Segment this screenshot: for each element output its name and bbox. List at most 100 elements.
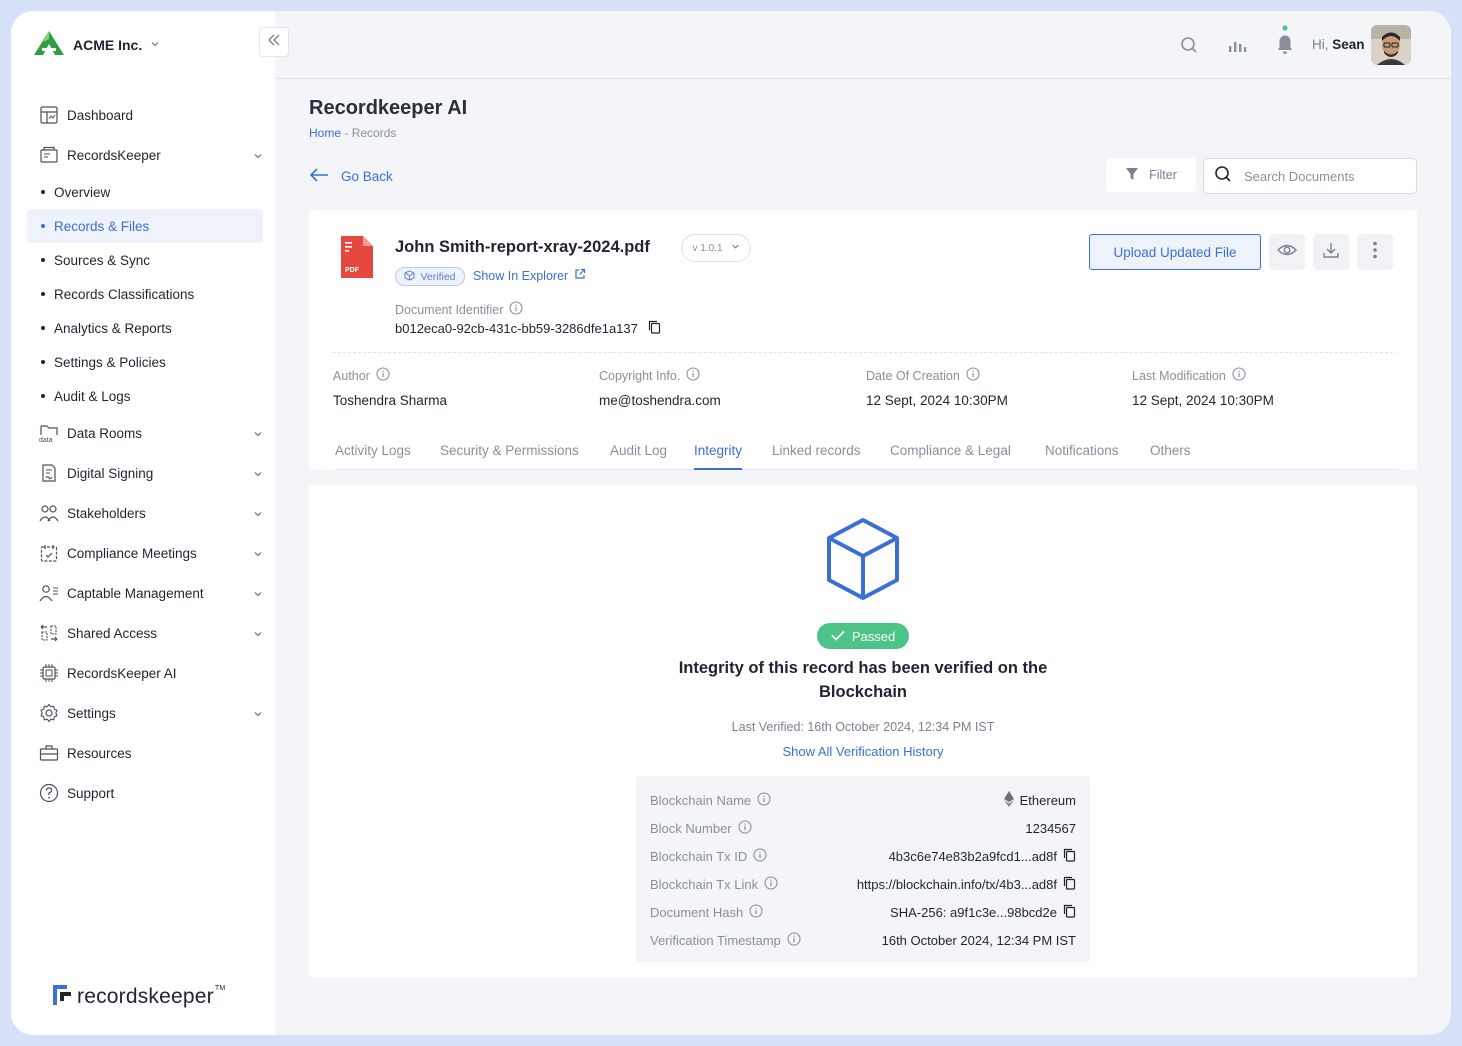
breadcrumb-home-link[interactable]: Home [309,126,341,140]
sidebar-item-captable-management[interactable]: Captable Management [27,573,263,613]
verified-label: Verified [420,270,456,283]
info-icon [753,847,767,865]
sidebar-item-digital-signing[interactable]: Digital Signing [27,453,263,493]
sidebar-subitem-analytics-and-reports[interactable]: Analytics & Reports [27,311,263,345]
topbar: Hi, Sean [275,11,1451,79]
chain-row-value: https://blockchain.info/tx/4b3...ad8f [857,876,1076,893]
tab-security-and-permissions[interactable]: Security & Permissions [440,443,579,470]
chain-row-value: 16th October 2024, 12:34 PM IST [881,932,1076,948]
chevron-down-icon [253,587,263,602]
chain-row-value: SHA-256: a9f1c3e...98bcd2e [890,904,1076,921]
sidebar-item-label: Compliance Meetings [67,545,197,561]
go-back-button[interactable]: Go Back [309,167,393,186]
tab-activity-logs[interactable]: Activity Logs [335,443,411,470]
verification-history-link: Show All Verification History [782,744,944,759]
search-icon [1214,165,1232,188]
document-identifier-label: Document Identifier [395,301,523,318]
bullet-dot [41,394,45,398]
copy-icon[interactable] [1063,848,1076,865]
brand-name: recordskeeperTM [77,984,226,1008]
chain-row-label: Document Hash [650,903,763,921]
sidebar-subitem-records-classifications[interactable]: Records Classifications [27,277,263,311]
version-label: v 1.0.1 [692,242,723,254]
copy-icon[interactable] [1063,876,1076,893]
tab-others[interactable]: Others [1150,443,1191,470]
sidebar-item-recordskeeper-ai[interactable]: RecordsKeeper AI [27,653,263,693]
sidebar-subitem-label: Records & Files [54,218,150,234]
version-selector[interactable]: v 1.0.1 [681,234,751,262]
download-button[interactable] [1313,234,1349,270]
ethereum-icon [1003,790,1014,810]
svg-text:data: data [39,437,53,443]
more-options-button[interactable] [1357,234,1393,270]
sidebar-item-compliance-meetings[interactable]: Compliance Meetings [27,533,263,573]
info-icon [787,931,801,949]
sidebar-item-shared-access[interactable]: Shared Access [27,613,263,653]
search-documents-input[interactable] [1244,168,1404,184]
sidebar-item-dashboard[interactable]: Dashboard [27,95,263,135]
search-icon[interactable] [1177,33,1201,57]
chain-row-verification-timestamp: Verification Timestamp 16th October 2024,… [650,926,1076,954]
chain-row-label: Blockchain Name [650,791,771,809]
info-icon [757,791,771,809]
sidebar-subitem-overview[interactable]: Overview [27,175,263,209]
explorer-link-label: Show In Explorer [473,268,569,283]
sidebar-item-resources[interactable]: Resources [27,733,263,773]
tab-linked-records[interactable]: Linked records [772,443,861,470]
analytics-icon[interactable] [1225,33,1249,57]
sidebar-subitem-sources-and-sync[interactable]: Sources & Sync [27,243,263,277]
preview-button[interactable] [1269,234,1305,270]
meta-date-of-creation: Date Of Creation 12 Sept, 2024 10:30PM [866,367,1008,408]
info-icon [749,903,763,921]
sidebar-item-label: Stakeholders [67,505,146,521]
copy-icon[interactable] [1063,904,1076,921]
tab-audit-log[interactable]: Audit Log [610,443,667,470]
help-icon [39,783,59,803]
breadcrumb-current: Records [351,126,397,140]
sidebar-item-recordskeeper[interactable]: RecordsKeeper [27,135,263,175]
sidebar-item-label: Settings [67,705,116,721]
chain-row-label: Verification Timestamp [650,931,801,949]
sidebar-item-data-rooms[interactable]: data Data Rooms [27,413,263,453]
tab-notifications[interactable]: Notifications [1045,443,1119,470]
sidebar-item-label: Dashboard [67,107,134,123]
sidebar-item-stakeholders[interactable]: Stakeholders [27,493,263,533]
eye-icon [1277,243,1297,262]
collapse-sidebar-button[interactable] [259,27,289,57]
show-in-explorer-link[interactable]: Show In Explorer [473,268,586,283]
integrity-panel: Passed Integrity of this record has been… [309,485,1417,977]
sidebar-item-label: Support [67,785,115,801]
org-switcher[interactable]: ACME Inc. [33,29,160,61]
chain-row-blockchain-tx-link: Blockchain Tx Link https://blockchain.inf… [650,870,1076,898]
tab-compliance-and-legal[interactable]: Compliance & Legal [890,443,1011,470]
sidebar-item-settings[interactable]: Settings [27,693,263,733]
upload-updated-file-button[interactable]: Upload Updated File [1089,234,1261,270]
document-card: PDF John Smith-report-xray-2024.pdf v 1.… [309,210,1417,470]
blockchain-details-table: Blockchain Name Ethereum Block Number 12345… [636,776,1090,962]
kebab-menu-icon [1373,241,1377,264]
chevron-down-icon [150,36,160,54]
chevron-down-icon [253,627,263,642]
bullet-dot [41,224,45,228]
copy-icon[interactable] [648,320,661,337]
last-verified-text: Last Verified: 16th October 2024, 12:34 … [731,720,995,734]
filter-button[interactable]: Filter [1106,158,1196,192]
user-avatar[interactable] [1371,25,1411,65]
info-icon [1232,367,1246,384]
records-icon [39,145,59,165]
section-divider [333,352,1393,353]
chevron-down-icon [253,467,263,482]
meta-label: Date Of Creation [866,367,1008,384]
info-icon [966,367,980,384]
sidebar-item-label: Resources [67,745,132,761]
notification-bell-icon[interactable] [1273,25,1297,59]
passed-status-badge: Passed [817,623,909,649]
bullet-dot [41,258,45,262]
tab-integrity[interactable]: Integrity [694,443,743,470]
sidebar-subitem-audit-and-logs[interactable]: Audit & Logs [27,379,263,413]
sidebar-subitem-settings-and-policies[interactable]: Settings & Policies [27,345,263,379]
gear-icon [39,703,59,723]
sidebar-subitem-records-and-files[interactable]: Records & Files [27,209,263,243]
pdf-file-icon: PDF [341,236,373,283]
sidebar-item-support[interactable]: Support [27,773,263,813]
